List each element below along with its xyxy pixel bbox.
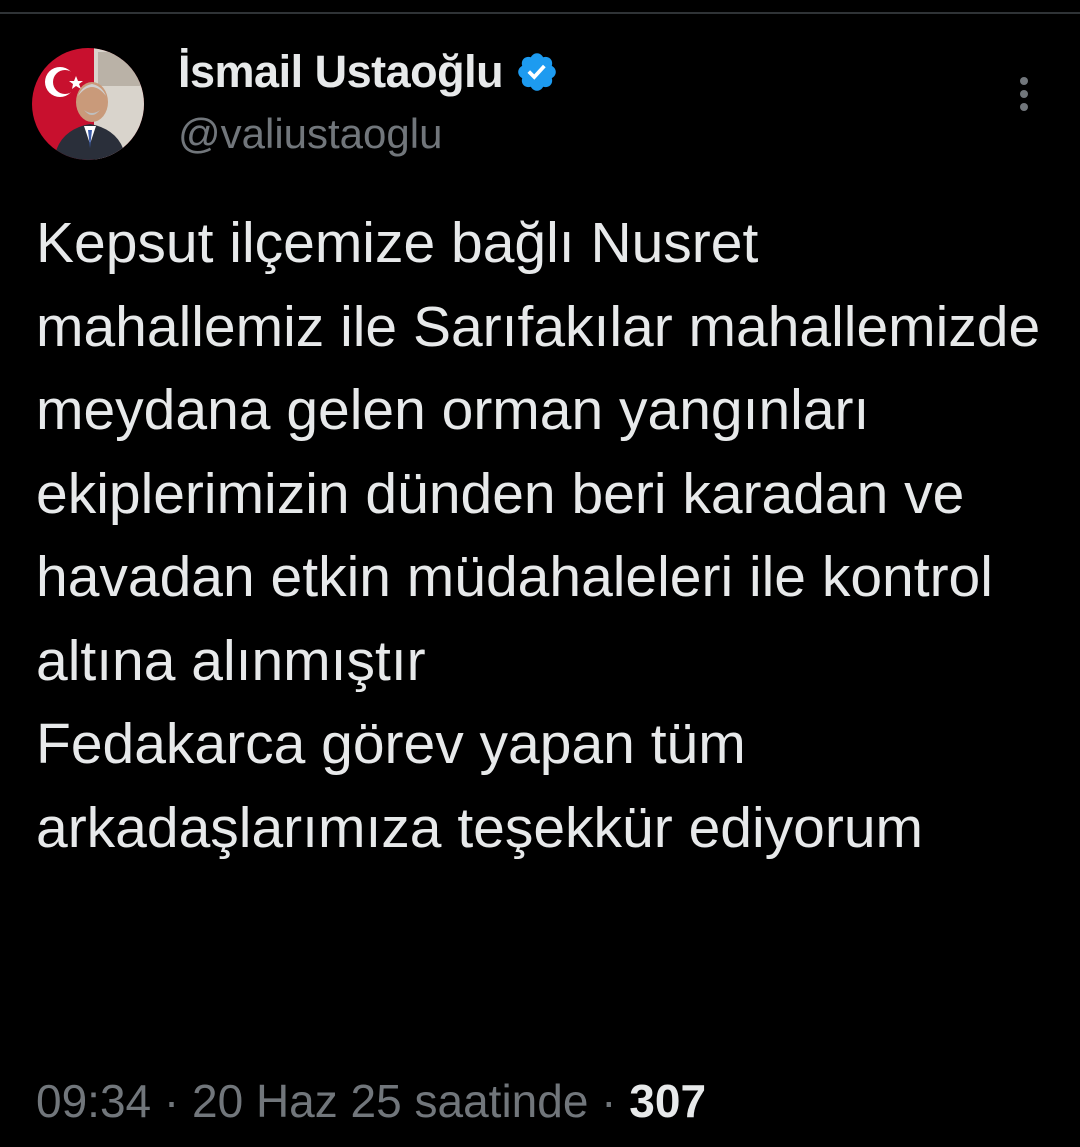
author-name-row: İsmail Ustaoğlu xyxy=(178,42,559,102)
meta-separator: · xyxy=(151,1075,193,1127)
tweet-meta: 09:34 · 20 Haz 25 saatinde · 307 xyxy=(36,1074,706,1128)
avatar[interactable] xyxy=(32,48,144,160)
verified-badge-icon xyxy=(515,50,559,94)
view-count[interactable]: 307 xyxy=(629,1075,706,1127)
author-handle[interactable]: @valiustaoglu xyxy=(178,110,442,158)
meta-separator: · xyxy=(588,1075,630,1127)
tweet-time[interactable]: 09:34 xyxy=(36,1075,151,1127)
tweet-date[interactable]: 20 Haz 25 saatinde xyxy=(192,1075,588,1127)
top-divider xyxy=(0,12,1080,14)
author-display-name[interactable]: İsmail Ustaoğlu xyxy=(178,46,504,98)
tweet-text: Kepsut ilçemize bağlı Nusret mahallemiz … xyxy=(36,211,1041,860)
more-vertical-icon[interactable] xyxy=(1004,74,1044,114)
